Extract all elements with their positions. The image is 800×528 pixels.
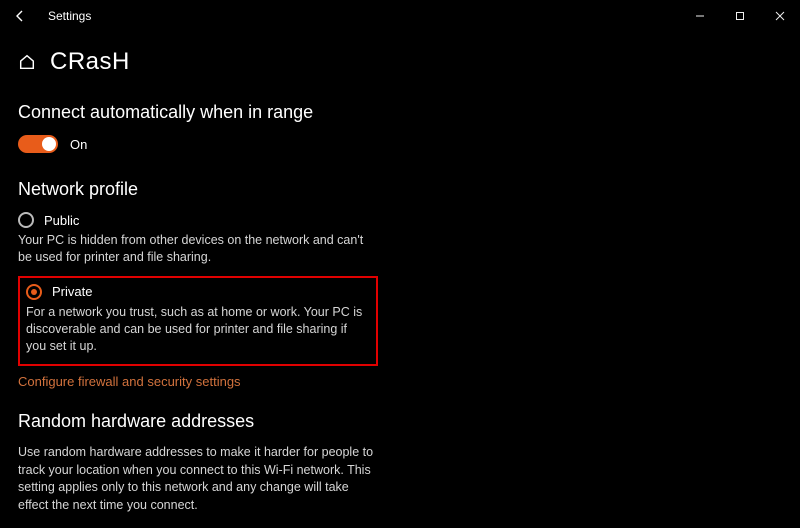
auto-connect-toggle-row: On	[18, 135, 782, 153]
close-button[interactable]	[760, 2, 800, 30]
private-radio[interactable]	[26, 284, 42, 300]
section-network-profile: Network profile Public Your PC is hidden…	[18, 179, 782, 389]
minimize-button[interactable]	[680, 2, 720, 30]
private-highlight: Private For a network you trust, such as…	[18, 276, 378, 367]
back-arrow-icon[interactable]	[14, 9, 28, 23]
auto-connect-toggle-label: On	[70, 137, 87, 152]
toggle-knob	[42, 137, 56, 151]
firewall-settings-link[interactable]: Configure firewall and security settings	[18, 374, 241, 389]
public-desc: Your PC is hidden from other devices on …	[18, 232, 378, 266]
section-auto-connect: Connect automatically when in range On	[18, 102, 782, 153]
network-profile-heading: Network profile	[18, 179, 782, 200]
auto-connect-toggle[interactable]	[18, 135, 58, 153]
window-title: Settings	[48, 9, 91, 23]
public-radio[interactable]	[18, 212, 34, 228]
maximize-button[interactable]	[720, 2, 760, 30]
home-icon[interactable]	[18, 53, 36, 71]
private-label: Private	[52, 284, 92, 299]
option-public: Public Your PC is hidden from other devi…	[18, 212, 782, 266]
titlebar-left: Settings	[0, 9, 91, 23]
public-label: Public	[44, 213, 79, 228]
random-mac-desc: Use random hardware addresses to make it…	[18, 444, 378, 514]
window-controls	[680, 2, 800, 30]
content-area: CRasH Connect automatically when in rang…	[0, 32, 800, 514]
private-radio-row[interactable]: Private	[26, 284, 368, 300]
page-header: CRasH	[18, 48, 782, 76]
private-desc: For a network you trust, such as at home…	[26, 304, 368, 355]
public-radio-row[interactable]: Public	[18, 212, 782, 228]
section-random-mac: Random hardware addresses Use random har…	[18, 411, 782, 514]
random-mac-heading: Random hardware addresses	[18, 411, 782, 432]
option-private: Private For a network you trust, such as…	[26, 284, 368, 355]
auto-connect-heading: Connect automatically when in range	[18, 102, 782, 123]
page-title: CRasH	[50, 48, 130, 76]
titlebar: Settings	[0, 0, 800, 32]
